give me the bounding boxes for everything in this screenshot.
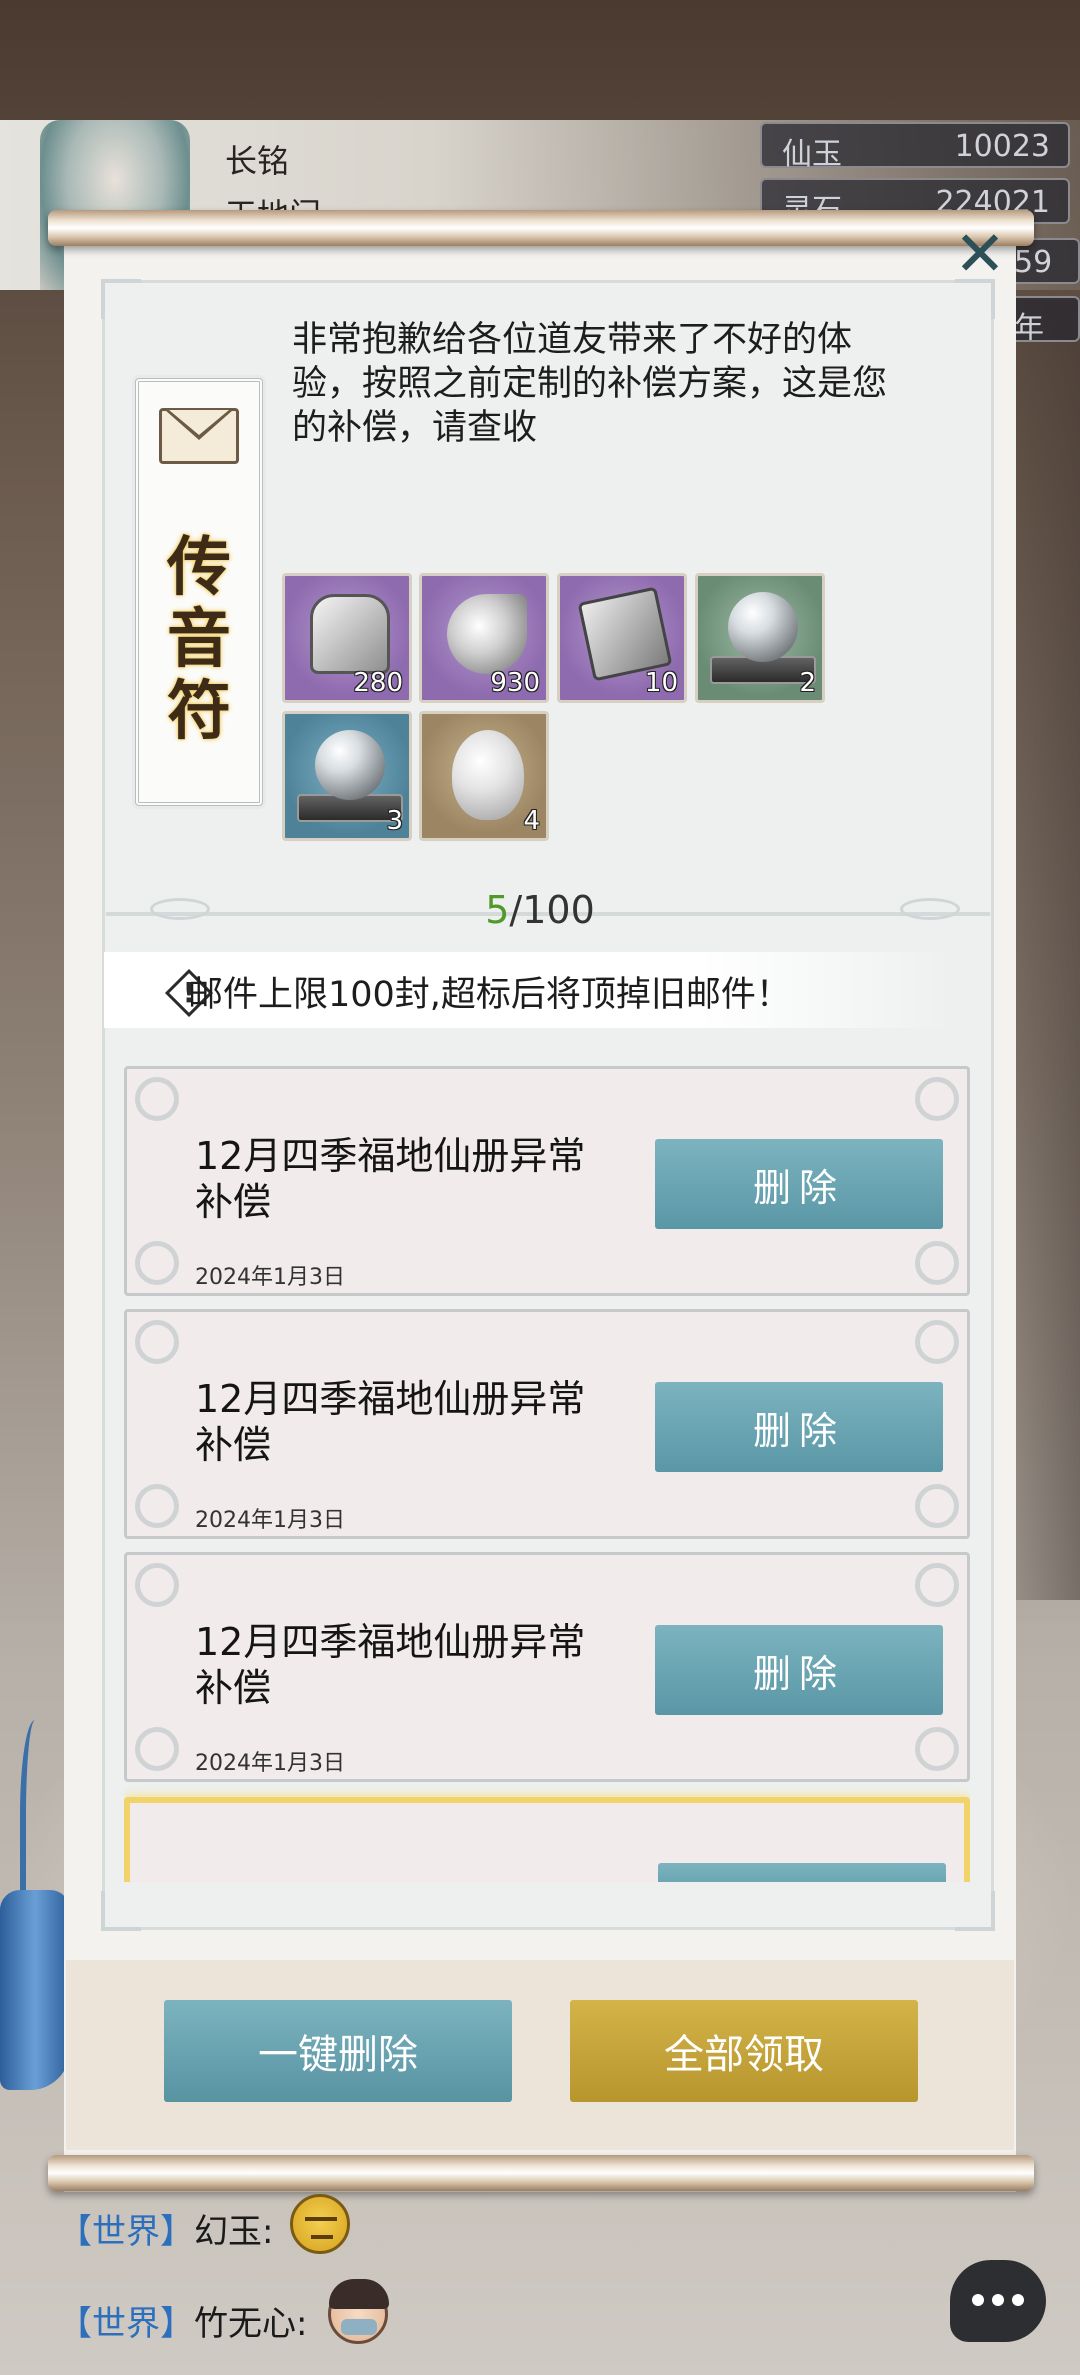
crystal-orb-icon — [315, 730, 385, 800]
mail-count-current: 5 — [485, 888, 510, 932]
cloud-ornament — [135, 1241, 179, 1285]
chat-user: 幻玉: — [194, 2212, 274, 2252]
cloud-ornament — [915, 1077, 959, 1121]
resource-xianyu: 仙玉 10023 — [760, 122, 1070, 172]
mail-date: 2024年1月3日 — [195, 1265, 345, 1290]
cloud-ornament — [915, 1484, 959, 1528]
panel-corner-ornament — [955, 1891, 995, 1931]
cloud-ornament — [135, 1563, 179, 1607]
delete-mail-button-partial[interactable] — [658, 1863, 946, 1882]
mail-item-selected[interactable] — [124, 1797, 970, 1882]
claim-all-button[interactable]: 全部领取 — [570, 2000, 918, 2102]
chat-dot — [992, 2294, 1004, 2306]
tassel-decoration — [0, 1890, 70, 2090]
delete-mail-button[interactable]: 删除 — [655, 1382, 943, 1472]
mail-list[interactable]: 12月四季福地仙册异常补偿 2024年1月3日 删除 12月四季福地仙册异常补偿… — [124, 1066, 970, 1882]
attachment-item[interactable]: 2 — [695, 573, 825, 703]
mail-limit-notice: ! 邮件上限100封,超标后将顶掉旧邮件！ — [104, 952, 954, 1028]
notice-text: 邮件上限100封,超标后将顶掉旧邮件！ — [188, 975, 791, 1015]
delete-all-button[interactable]: 一键删除 — [164, 2000, 512, 2102]
divider-ornament — [900, 898, 960, 920]
scroll-rod-bottom — [48, 2155, 1034, 2191]
letter-title: 传音符 — [167, 530, 231, 749]
cloud-ornament — [915, 1320, 959, 1364]
attachment-item[interactable]: 3 — [282, 711, 412, 841]
mail-subject: 12月四季福地仙册异常补偿 — [195, 1134, 586, 1224]
item-count: 2 — [799, 668, 816, 698]
mail-count-limit: /100 — [509, 888, 595, 932]
envelope-icon — [159, 408, 239, 468]
mail-item[interactable]: 12月四季福地仙册异常补偿 2024年1月3日 删除 — [124, 1309, 970, 1539]
panel-corner-ornament — [955, 279, 995, 319]
token-tablet-icon — [310, 594, 390, 674]
panel-corner-ornament — [101, 1891, 141, 1931]
cloud-ornament — [915, 1727, 959, 1771]
player-name: 长铭 — [225, 142, 290, 180]
cloud-ornament — [915, 1563, 959, 1607]
mail-subject: 12月四季福地仙册异常补偿 — [195, 1377, 586, 1467]
delete-mail-button[interactable]: 删除 — [655, 1625, 943, 1715]
mail-date: 2024年1月3日 — [195, 1751, 345, 1776]
resource-label: 仙玉 — [782, 137, 842, 172]
item-count: 3 — [386, 806, 403, 836]
crystal-orb-icon — [728, 592, 798, 662]
attachment-item[interactable]: 280 — [282, 573, 412, 703]
item-count: 280 — [353, 668, 403, 698]
mail-date: 2024年1月3日 — [195, 1508, 345, 1533]
cloud-ornament — [135, 1484, 179, 1528]
sad-emoji-icon — [290, 2194, 350, 2254]
chat-message[interactable]: 【世界】幻玉: — [58, 2204, 273, 2253]
resource-value: 10023 — [954, 129, 1050, 164]
item-count: 10 — [644, 668, 678, 698]
cloud-ornament — [135, 1077, 179, 1121]
attachment-item[interactable]: 4 — [419, 711, 549, 841]
delete-mail-button[interactable]: 删除 — [655, 1139, 943, 1229]
tassel-cord — [20, 1720, 50, 1910]
spirit-egg-icon — [452, 730, 524, 820]
scroll-rod-top — [48, 210, 1034, 246]
chat-user: 竹无心: — [194, 2304, 308, 2344]
cloud-ornament — [915, 1241, 959, 1285]
spirit-swirl-icon — [447, 594, 527, 674]
cloud-ornament — [135, 1320, 179, 1364]
masked-face-emoji-icon — [328, 2279, 389, 2344]
panel-corner-ornament — [101, 279, 141, 319]
chat-message[interactable]: 【世界】竹无心: — [58, 2296, 307, 2345]
item-count: 4 — [523, 806, 540, 836]
mail-counter: 5/100 — [440, 888, 640, 932]
cloud-ornament — [135, 1727, 179, 1771]
mail-message: 非常抱歉给各位道友带来了不好的体验，按照之前定制的补偿方案，这是您的补偿，请查收 — [292, 320, 888, 448]
action-bar: 一键删除 全部领取 — [66, 1960, 1014, 2150]
divider-ornament — [150, 898, 210, 920]
attachment-item[interactable]: 10 — [557, 573, 687, 703]
mail-item[interactable]: 12月四季福地仙册异常补偿 2024年1月3日 删除 — [124, 1066, 970, 1296]
letter-card: 传音符 — [135, 378, 263, 806]
attachment-item[interactable]: 930 — [419, 573, 549, 703]
chat-channel: 【世界】 — [58, 2304, 194, 2344]
mail-item[interactable]: 12月四季福地仙册异常补偿 2024年1月3日 删除 — [124, 1552, 970, 1782]
chat-channel: 【世界】 — [58, 2212, 194, 2252]
chat-dot — [1012, 2294, 1024, 2306]
chat-dot — [972, 2294, 984, 2306]
chat-bubble-button[interactable] — [950, 2260, 1046, 2342]
item-count: 930 — [490, 668, 540, 698]
mail-subject: 12月四季福地仙册异常补偿 — [195, 1620, 586, 1710]
